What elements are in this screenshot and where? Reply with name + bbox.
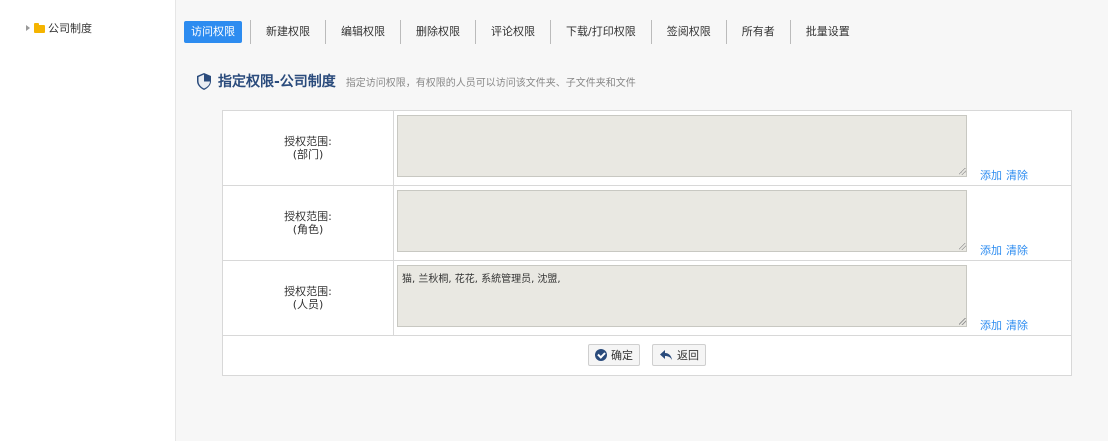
tab-batch-settings[interactable]: 批量设置 bbox=[799, 21, 857, 43]
tab-owner[interactable]: 所有者 bbox=[735, 21, 782, 43]
label-line: 授权范围: bbox=[284, 210, 332, 223]
clear-role-link[interactable]: 清除 bbox=[1006, 242, 1028, 258]
clear-person-link[interactable]: 清除 bbox=[1006, 317, 1028, 333]
tab-access-permission[interactable]: 访问权限 bbox=[184, 21, 242, 43]
back-label: 返回 bbox=[677, 349, 699, 362]
tab-divider bbox=[550, 20, 551, 44]
tab-edit-permission[interactable]: 编辑权限 bbox=[334, 21, 392, 43]
tab-divider bbox=[725, 20, 727, 44]
main-content: 访问权限 新建权限 编辑权限 删除权限 评论权限 下载/打印权限 签阅权限 所有… bbox=[176, 0, 1108, 441]
tab-divider bbox=[250, 20, 251, 44]
back-button[interactable]: 返回 bbox=[652, 344, 706, 366]
confirm-button[interactable]: 确定 bbox=[588, 344, 640, 366]
row-label: 授权范围: (角色) bbox=[223, 186, 394, 260]
expand-arrow-icon[interactable] bbox=[26, 25, 30, 31]
tab-divider bbox=[400, 20, 401, 44]
clear-department-link[interactable]: 清除 bbox=[1006, 167, 1028, 183]
permission-form: 授权范围: (部门) 添加 清除 授权范围: (角色) 添加 清除 授权范围: … bbox=[222, 110, 1072, 376]
tree-node-company-policy[interactable]: 公司制度 bbox=[26, 20, 92, 36]
row-label: 授权范围: (部门) bbox=[223, 111, 394, 185]
person-scope-textarea[interactable]: 猫, 兰秋桐, 花花, 系統管理员, 沈盟, bbox=[397, 265, 967, 327]
add-department-link[interactable]: 添加 bbox=[980, 167, 1002, 183]
tab-divider bbox=[789, 20, 791, 44]
tab-comment-permission[interactable]: 评论权限 bbox=[484, 21, 542, 43]
resize-grip-icon[interactable] bbox=[959, 318, 966, 325]
department-scope-textarea[interactable] bbox=[397, 115, 967, 177]
tab-divider bbox=[475, 20, 476, 44]
label-line: 授权范围: bbox=[284, 135, 332, 148]
tab-create-permission[interactable]: 新建权限 bbox=[259, 21, 317, 43]
resize-grip-icon[interactable] bbox=[959, 168, 966, 175]
tab-download-print-permission[interactable]: 下载/打印权限 bbox=[559, 21, 643, 43]
row-role-scope: 授权范围: (角色) 添加 清除 bbox=[223, 186, 1071, 261]
row-actions: 添加 清除 bbox=[980, 242, 1028, 258]
folder-icon bbox=[34, 22, 45, 33]
row-actions: 添加 清除 bbox=[980, 167, 1028, 183]
page-heading: 指定权限-公司制度 指定访问权限，有权限的人员可以访问该文件夹、子文件夹和文件 bbox=[196, 71, 636, 91]
permission-tabs: 访问权限 新建权限 编辑权限 删除权限 评论权限 下载/打印权限 签阅权限 所有… bbox=[176, 18, 857, 46]
page-description: 指定访问权限，有权限的人员可以访问该文件夹、子文件夹和文件 bbox=[345, 77, 636, 89]
folder-tree-panel: 公司制度 bbox=[0, 0, 176, 441]
label-line: (人员) bbox=[292, 298, 324, 311]
row-person-scope: 授权范围: (人员) 猫, 兰秋桐, 花花, 系統管理员, 沈盟, 添加 清除 bbox=[223, 261, 1071, 336]
row-department-scope: 授权范围: (部门) 添加 清除 bbox=[223, 111, 1071, 186]
tab-divider bbox=[325, 20, 326, 44]
tab-review-permission[interactable]: 签阅权限 bbox=[660, 21, 718, 43]
resize-grip-icon[interactable] bbox=[959, 243, 966, 250]
back-arrow-icon bbox=[660, 350, 672, 360]
page-title: 指定权限-公司制度 bbox=[218, 74, 336, 90]
tab-delete-permission[interactable]: 删除权限 bbox=[409, 21, 467, 43]
tab-divider bbox=[650, 20, 652, 44]
label-line: 授权范围: bbox=[284, 285, 332, 298]
confirm-label: 确定 bbox=[611, 349, 633, 362]
add-role-link[interactable]: 添加 bbox=[980, 242, 1002, 258]
role-scope-textarea[interactable] bbox=[397, 190, 967, 252]
label-line: (角色) bbox=[292, 223, 324, 236]
label-line: (部门) bbox=[292, 148, 324, 161]
row-actions: 添加 清除 bbox=[980, 317, 1028, 333]
form-buttons: 确定 返回 bbox=[223, 337, 1071, 373]
add-person-link[interactable]: 添加 bbox=[980, 317, 1002, 333]
check-circle-icon bbox=[595, 349, 607, 361]
shield-icon bbox=[197, 72, 211, 90]
tree-node-label: 公司制度 bbox=[48, 22, 92, 35]
row-label: 授权范围: (人员) bbox=[223, 261, 394, 335]
